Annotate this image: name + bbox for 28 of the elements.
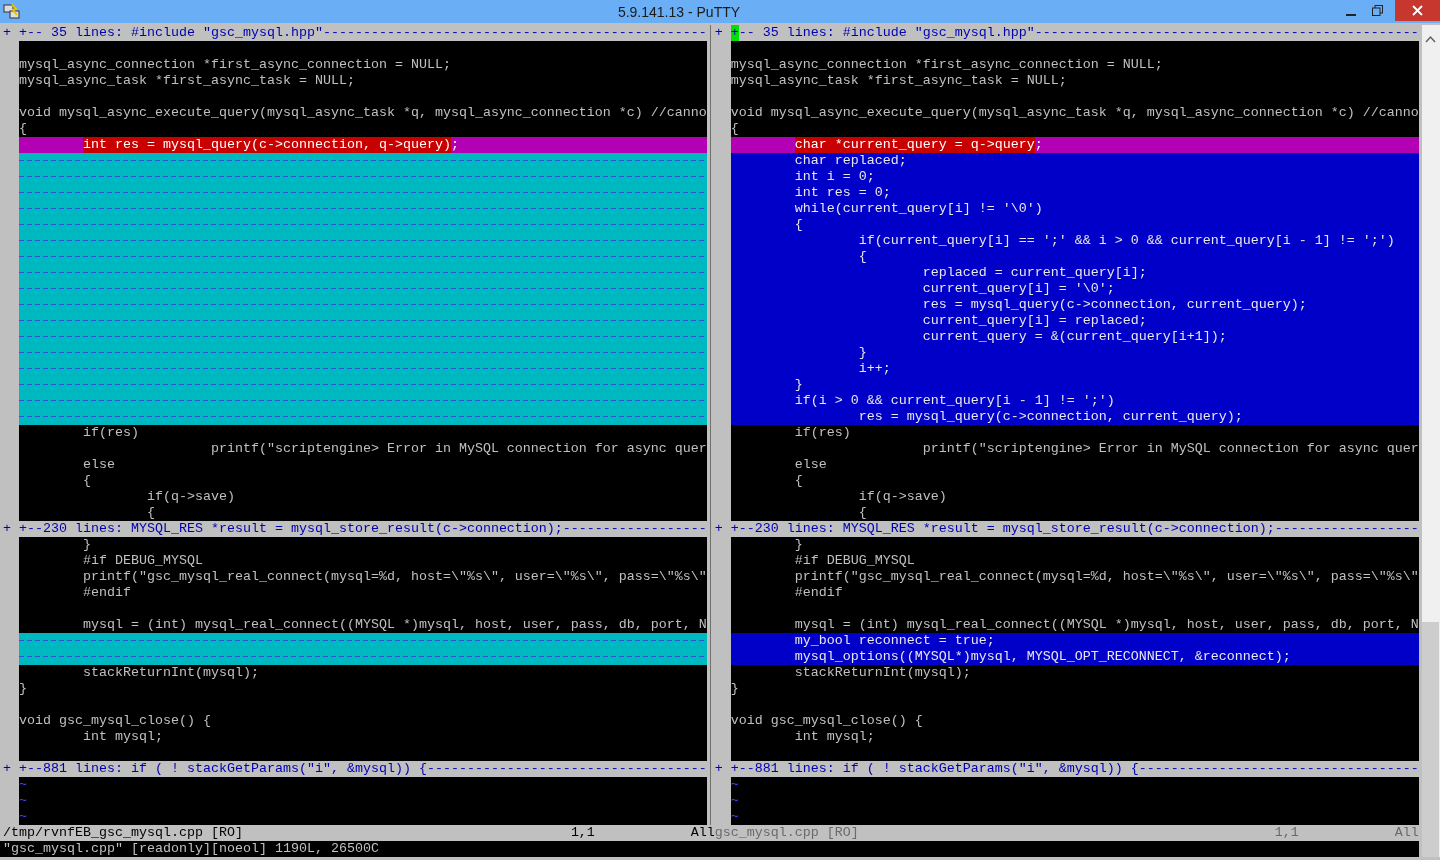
file-name: gsc_mysql.cpp [RO] bbox=[714, 825, 859, 840]
fold-marker[interactable]: + bbox=[714, 521, 723, 536]
close-icon bbox=[1412, 5, 1423, 16]
cursor-position: 1,1 bbox=[1274, 825, 1299, 841]
window-title: 5.9.141.13 - PuTTY bbox=[616, 3, 742, 20]
fold-marker[interactable]: + bbox=[3, 521, 11, 536]
file-name: /tmp/rvnfEB_gsc_mysql.cpp [RO] bbox=[3, 825, 243, 840]
close-button[interactable] bbox=[1395, 0, 1440, 21]
fold-marker[interactable]: + bbox=[3, 25, 11, 40]
empty-line-marker: ~ bbox=[730, 809, 739, 824]
fold-marker[interactable]: + bbox=[714, 761, 723, 776]
empty-line-marker: ~ bbox=[730, 777, 739, 792]
fold-marker[interactable]: + bbox=[3, 761, 11, 776]
empty-line-marker: ~ bbox=[730, 793, 739, 808]
minimize-icon bbox=[1345, 13, 1356, 16]
fold-marker[interactable]: + bbox=[714, 25, 723, 40]
scroll-thumb[interactable] bbox=[1422, 622, 1440, 857]
computer-icon[interactable] bbox=[3, 2, 21, 21]
scroll-position: All bbox=[1394, 825, 1419, 841]
empty-line-marker: ~ bbox=[19, 809, 27, 824]
command-message: "gsc_mysql.cpp" [readonly][noeol] 1190L, 26500C bbox=[3, 841, 379, 856]
empty-line-marker: ~ bbox=[19, 793, 27, 808]
scroll-up-icon[interactable] bbox=[1425, 35, 1437, 43]
scrollbar[interactable] bbox=[1421, 25, 1440, 857]
restore-icon bbox=[1372, 5, 1383, 16]
scroll-position: All bbox=[690, 825, 715, 841]
cursor-position: 1,1 bbox=[570, 825, 595, 841]
empty-line-marker: ~ bbox=[19, 777, 27, 792]
